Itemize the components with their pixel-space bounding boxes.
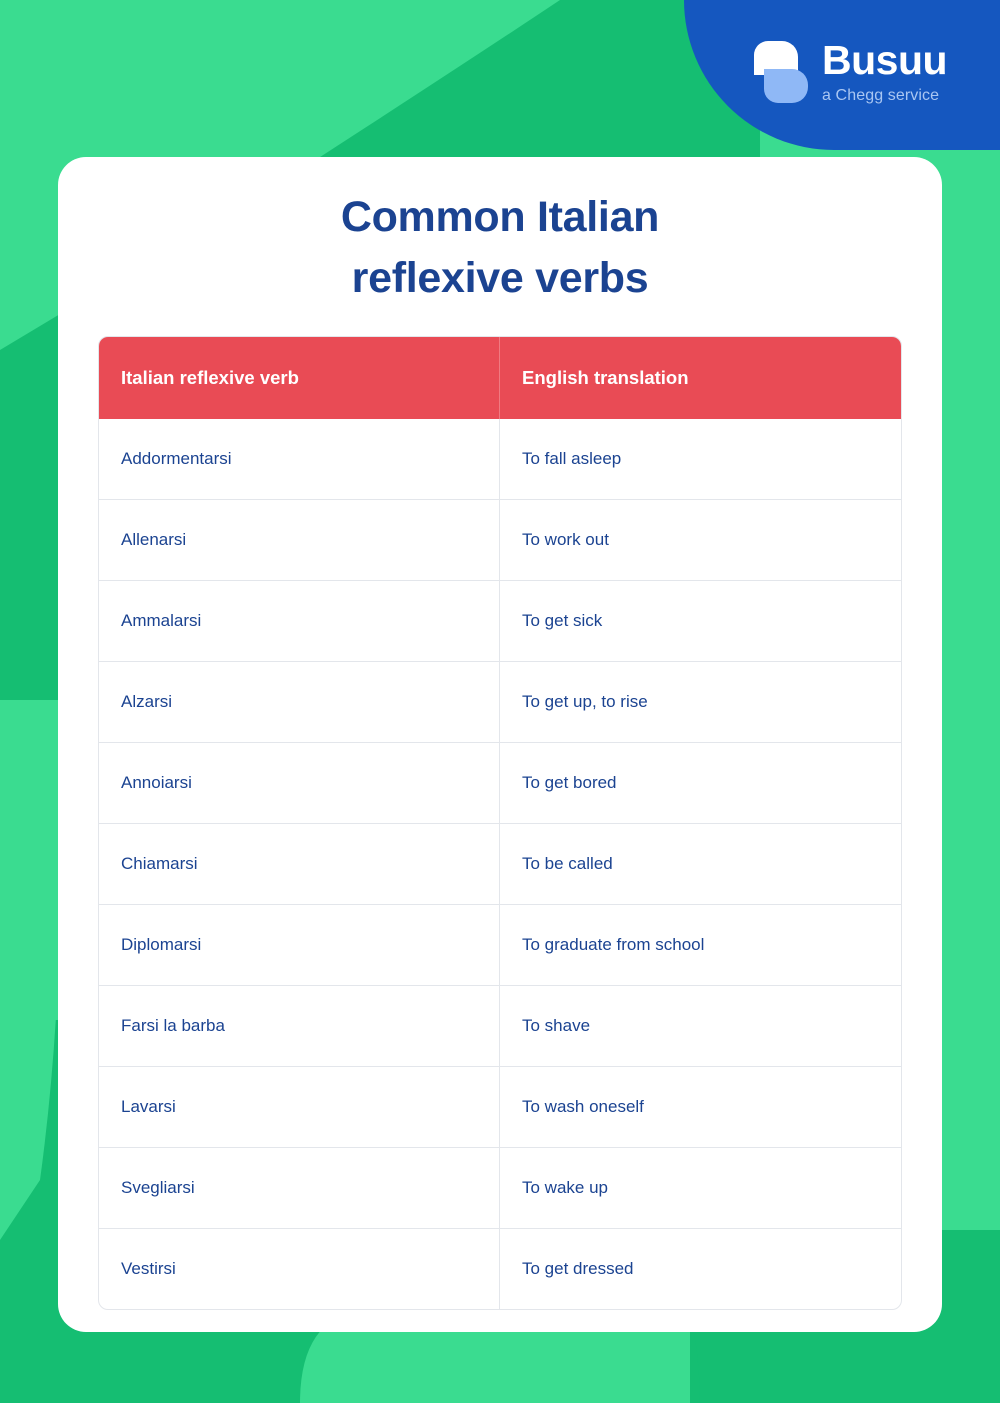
page-title: Common Italian reflexive verbs [58, 157, 942, 309]
column-header-italian-verb: Italian reflexive verb [99, 337, 500, 419]
table-row: Chiamarsi To be called [99, 824, 901, 905]
table-row: Lavarsi To wash oneself [99, 1067, 901, 1148]
table-row: Farsi la barba To shave [99, 986, 901, 1067]
table-row: Vestirsi To get dressed [99, 1229, 901, 1309]
cell-english-translation: To wake up [522, 1178, 608, 1197]
table-row: Allenarsi To work out [99, 500, 901, 581]
left-light-curve [0, 700, 62, 1012]
logo-blob-bottom [764, 69, 808, 103]
cell-italian-verb: Farsi la barba [99, 986, 500, 1066]
cell-italian-verb: Diplomarsi [99, 905, 500, 985]
cell-italian-verb: Ammalarsi [99, 581, 500, 661]
reflexive-verbs-table: Italian reflexive verb English translati… [98, 336, 902, 1310]
cell-italian-verb: Annoiarsi [99, 743, 500, 823]
cell-english-translation: To be called [522, 854, 613, 873]
infographic-page: Busuu a Chegg service Common Italian ref… [0, 0, 1000, 1403]
cell-italian-verb: Alzarsi [99, 662, 500, 742]
cell-english-translation: To get sick [522, 611, 603, 630]
cell-italian-verb: Svegliarsi [99, 1148, 500, 1228]
page-title-line-1: Common Italian [340, 193, 660, 241]
cell-english-translation: To get up, to rise [522, 692, 648, 711]
table-row: Ammalarsi To get sick [99, 581, 901, 662]
cell-english-translation: To shave [522, 1016, 591, 1035]
cell-italian-verb: Allenarsi [99, 500, 500, 580]
cell-english-translation: To fall asleep [522, 449, 622, 468]
brand-logo: Busuu a Chegg service [754, 37, 948, 104]
cell-italian-verb: Addormentarsi [99, 419, 500, 499]
cell-english-translation: To wash oneself [522, 1097, 644, 1116]
brand-text: Busuu a Chegg service [822, 37, 948, 104]
column-header-english-translation: English translation [522, 367, 689, 388]
content-card: Common Italian reflexive verbs Italian r… [58, 157, 942, 1332]
cell-italian-verb: Lavarsi [99, 1067, 500, 1147]
cell-english-translation: To work out [522, 530, 609, 549]
cell-italian-verb: Chiamarsi [99, 824, 500, 904]
table-row: Diplomarsi To graduate from school [99, 905, 901, 986]
page-title-line-2: reflexive verbs [351, 254, 649, 303]
table-row: Alzarsi To get up, to rise [99, 662, 901, 743]
table-row: Annoiarsi To get bored [99, 743, 901, 824]
busuu-speech-blob-logo-icon [754, 41, 808, 103]
table-row: Svegliarsi To wake up [99, 1148, 901, 1229]
table-header-row: Italian reflexive verb English translati… [99, 337, 901, 419]
table-row: Addormentarsi To fall asleep [99, 419, 901, 500]
brand-tagline: a Chegg service [822, 87, 940, 104]
table-body: Addormentarsi To fall asleep Allenarsi To w… [99, 419, 901, 1309]
brand-name: Busuu [822, 37, 948, 83]
cell-italian-verb: Vestirsi [99, 1229, 500, 1309]
cell-english-translation: To get bored [522, 773, 617, 792]
cell-english-translation: To get dressed [522, 1259, 634, 1278]
cell-english-translation: To graduate from school [522, 935, 705, 954]
